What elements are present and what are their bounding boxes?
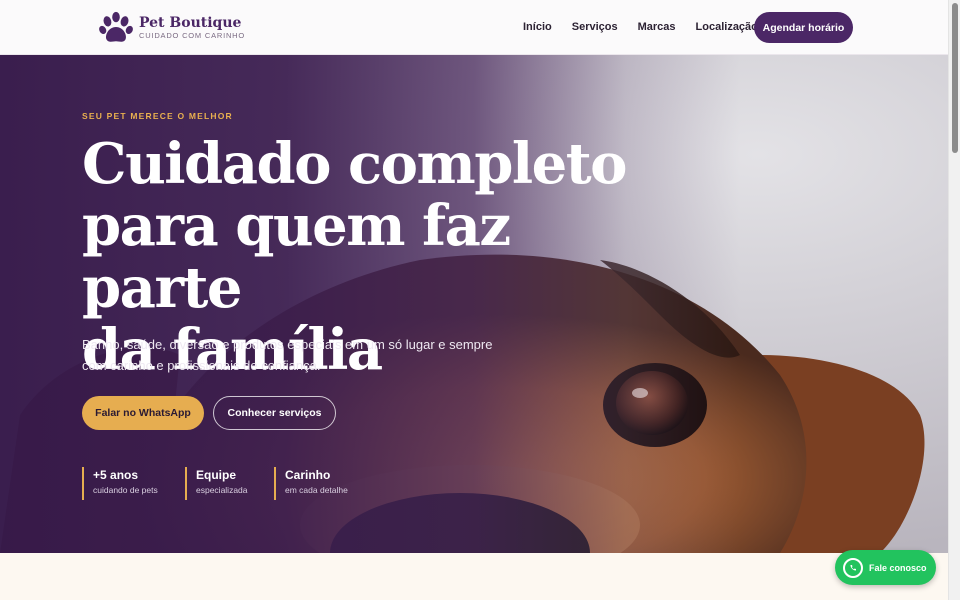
nav-link-marcas[interactable]: Marcas	[638, 21, 676, 33]
whatsapp-icon	[843, 557, 863, 578]
stat-subtitle: em cada detalhe	[285, 485, 348, 495]
stat-title: Carinho	[285, 468, 331, 482]
brand-tagline: CUIDADO COM CARINHO	[139, 31, 246, 40]
floating-contact-label: Fale conosco	[869, 562, 927, 573]
stat-title: +5 anos	[93, 468, 139, 482]
site-header: Pet Boutique CUIDADO COM CARINHO Início …	[0, 0, 948, 55]
hero-eyebrow: SEU PET MERECE O MELHOR	[82, 111, 233, 121]
stat-title: Equipe	[196, 468, 237, 482]
main-nav: Início Serviços Marcas Localização	[523, 21, 758, 33]
hero-title-line-2: para quem faz parte	[82, 193, 511, 321]
page-scrollbar[interactable]	[948, 0, 960, 600]
services-button[interactable]: Conhecer serviços	[213, 396, 336, 430]
stat-item: Carinho em cada detalhe	[274, 467, 374, 500]
stat-item: Equipe especializada	[185, 467, 274, 500]
logo[interactable]: Pet Boutique CUIDADO COM CARINHO	[97, 9, 245, 47]
hero-title-line-1: Cuidado completo	[82, 131, 627, 197]
floating-contact-button[interactable]: Fale conosco	[835, 550, 936, 585]
scrollbar-thumb[interactable]	[952, 3, 958, 153]
whatsapp-button[interactable]: Falar no WhatsApp	[82, 396, 204, 430]
stat-subtitle: especializada	[196, 485, 248, 495]
nav-link-servicos[interactable]: Serviços	[572, 21, 618, 33]
hero-description: Banho, saúde, diversão e produtos especi…	[82, 337, 493, 373]
hero-section: SEU PET MERECE O MELHOR Cuidado completo…	[0, 55, 948, 553]
paw-icon	[99, 11, 133, 42]
schedule-button[interactable]: Agendar horário	[754, 12, 853, 43]
hero-stats: +5 anos cuidando de pets Equipe especial…	[82, 467, 374, 500]
stat-subtitle: cuidando de pets	[93, 485, 158, 495]
brand-name: Pet Boutique	[139, 15, 242, 31]
stat-item: +5 anos cuidando de pets	[82, 467, 185, 500]
nav-link-inicio[interactable]: Início	[523, 21, 552, 33]
nav-link-localizacao[interactable]: Localização	[696, 21, 758, 33]
